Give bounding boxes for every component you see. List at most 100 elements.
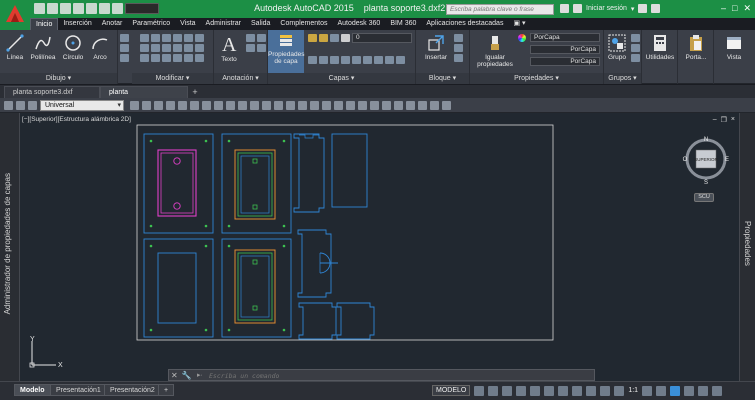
ortho-icon[interactable] (502, 385, 513, 396)
signin-chevron-icon[interactable]: ▾ (631, 5, 635, 13)
break-icon[interactable] (151, 54, 160, 62)
tab-complementos[interactable]: Complementos (275, 18, 332, 30)
polar-icon[interactable] (516, 385, 527, 396)
lineweight-icon[interactable] (558, 385, 569, 396)
edit-polyline-icon[interactable] (195, 54, 204, 62)
polyline-button[interactable]: Polilínea (28, 34, 58, 61)
tool-16-icon[interactable] (310, 101, 319, 110)
tool-3-icon[interactable] (154, 101, 163, 110)
tool-4-icon[interactable] (166, 101, 175, 110)
layer-properties-button[interactable]: Propiedades de capa (268, 30, 305, 73)
utilities-button[interactable]: Utilidades (644, 34, 676, 61)
layer-freeze-icon[interactable] (319, 56, 328, 64)
move-icon[interactable] (140, 34, 149, 42)
table-icon[interactable] (246, 44, 255, 52)
properties-palette[interactable]: Propiedades (739, 113, 755, 381)
group-select-icon[interactable] (631, 54, 640, 62)
layout-tab-modelo[interactable]: Modelo (14, 384, 51, 396)
layer-on-icon[interactable] (374, 56, 383, 64)
ucs-menu-button[interactable]: SCU (694, 193, 714, 202)
otrack-icon[interactable] (544, 385, 555, 396)
tool-2-icon[interactable] (142, 101, 151, 110)
create-block-icon[interactable] (454, 34, 463, 42)
tool-9-icon[interactable] (226, 101, 235, 110)
layer-dropdown[interactable]: 0 (352, 33, 412, 43)
hatch-icon[interactable] (120, 44, 129, 52)
model-space-button[interactable]: MODELO (432, 385, 471, 396)
grip-handle-icon[interactable] (4, 101, 13, 110)
tool-22-icon[interactable] (382, 101, 391, 110)
tool-27-icon[interactable] (442, 101, 451, 110)
align-icon[interactable] (173, 54, 182, 62)
fillet-icon[interactable] (162, 44, 171, 52)
tool-17-icon[interactable] (322, 101, 331, 110)
sun-icon[interactable] (319, 34, 328, 42)
tool-21-icon[interactable] (370, 101, 379, 110)
tool-5-icon[interactable] (178, 101, 187, 110)
maximize-button[interactable]: □ (732, 3, 737, 14)
doc-tab-1[interactable]: planta soporte3.dxf (4, 86, 100, 98)
close-button[interactable]: ✕ (743, 3, 751, 14)
tab-bim-360[interactable]: BIM 360 (385, 18, 421, 30)
chamfer-icon[interactable] (162, 54, 171, 62)
search-input[interactable]: Escriba palabra clave o frase (446, 4, 554, 15)
stretch-icon[interactable] (173, 44, 182, 52)
command-close-icon[interactable]: ✕ (171, 371, 178, 380)
attribute-icon[interactable] (454, 54, 463, 62)
rotate-icon[interactable] (151, 34, 160, 42)
layer-thaw-icon[interactable] (363, 56, 372, 64)
circle-button[interactable]: Círculo (60, 34, 86, 61)
doc-tab-2[interactable]: planta soporte3.dxf*× (100, 86, 188, 108)
application-menu-button[interactable] (0, 0, 30, 30)
offset-icon[interactable] (195, 34, 204, 42)
workspace-select[interactable]: Universal (40, 100, 124, 111)
tool-10-icon[interactable] (238, 101, 247, 110)
tool-26-icon[interactable] (430, 101, 439, 110)
join-icon[interactable] (140, 54, 149, 62)
new-layout-icon[interactable]: + (158, 384, 175, 396)
settings-icon[interactable] (28, 101, 37, 110)
selection-cycling-icon[interactable] (586, 385, 597, 396)
layer-unlock-icon[interactable] (385, 56, 394, 64)
edit-block-icon[interactable] (454, 44, 463, 52)
panel-dibujo-label[interactable]: Dibujo ▾ (0, 73, 117, 84)
ribbon-toggle-icon[interactable]: ▣ ▾ (508, 18, 530, 30)
tab-anotar[interactable]: Anotar (97, 18, 128, 30)
arc-button[interactable]: Arco (88, 34, 112, 61)
layer-previous-icon[interactable] (396, 56, 405, 64)
panel-modificar-label[interactable]: Modificar ▾ (132, 73, 213, 84)
hardware-acceleration-icon[interactable] (670, 385, 681, 396)
clipboard-button[interactable]: Porta... (680, 34, 712, 61)
unlock-icon[interactable] (330, 34, 339, 42)
panel-bloque-label[interactable]: Bloque ▾ (416, 73, 469, 84)
lineweight-combo[interactable]: PorCapa (530, 45, 600, 54)
layout-tab-presentacion1[interactable]: Presentación1 (50, 384, 107, 396)
layer-off-icon[interactable] (330, 56, 339, 64)
viewcube[interactable]: SUPERIOR N S E O (682, 135, 730, 191)
insert-button[interactable]: Insertar (422, 34, 450, 61)
plus-icon[interactable] (656, 385, 667, 396)
tab-salida[interactable]: Salida (246, 18, 275, 30)
bulb-icon[interactable] (308, 34, 317, 42)
rectangle-icon[interactable] (120, 34, 129, 42)
array-icon[interactable] (195, 44, 204, 52)
tool-13-icon[interactable] (274, 101, 283, 110)
workspace-icon[interactable] (16, 101, 25, 110)
tool-6-icon[interactable] (190, 101, 199, 110)
panel-grupos-label[interactable]: Grupos ▾ (604, 73, 641, 84)
tab-vista[interactable]: Vista (175, 18, 200, 30)
markup-icon[interactable] (257, 44, 266, 52)
tool-18-icon[interactable] (334, 101, 343, 110)
tab-aplicaciones-destacadas[interactable]: Aplicaciones destacadas (421, 18, 508, 30)
isolate-objects-icon[interactable] (684, 385, 695, 396)
dimension-icon[interactable] (246, 34, 255, 42)
layer-lock-icon[interactable] (341, 56, 350, 64)
leader-icon[interactable] (257, 34, 266, 42)
gradient-icon[interactable] (120, 54, 129, 62)
scale-icon[interactable] (184, 44, 193, 52)
tool-8-icon[interactable] (214, 101, 223, 110)
annotation-scale[interactable]: 1:1 (628, 387, 638, 394)
gear-icon[interactable] (642, 385, 653, 396)
layer-unisolate-icon[interactable] (352, 56, 361, 64)
search-icon[interactable] (560, 4, 569, 13)
